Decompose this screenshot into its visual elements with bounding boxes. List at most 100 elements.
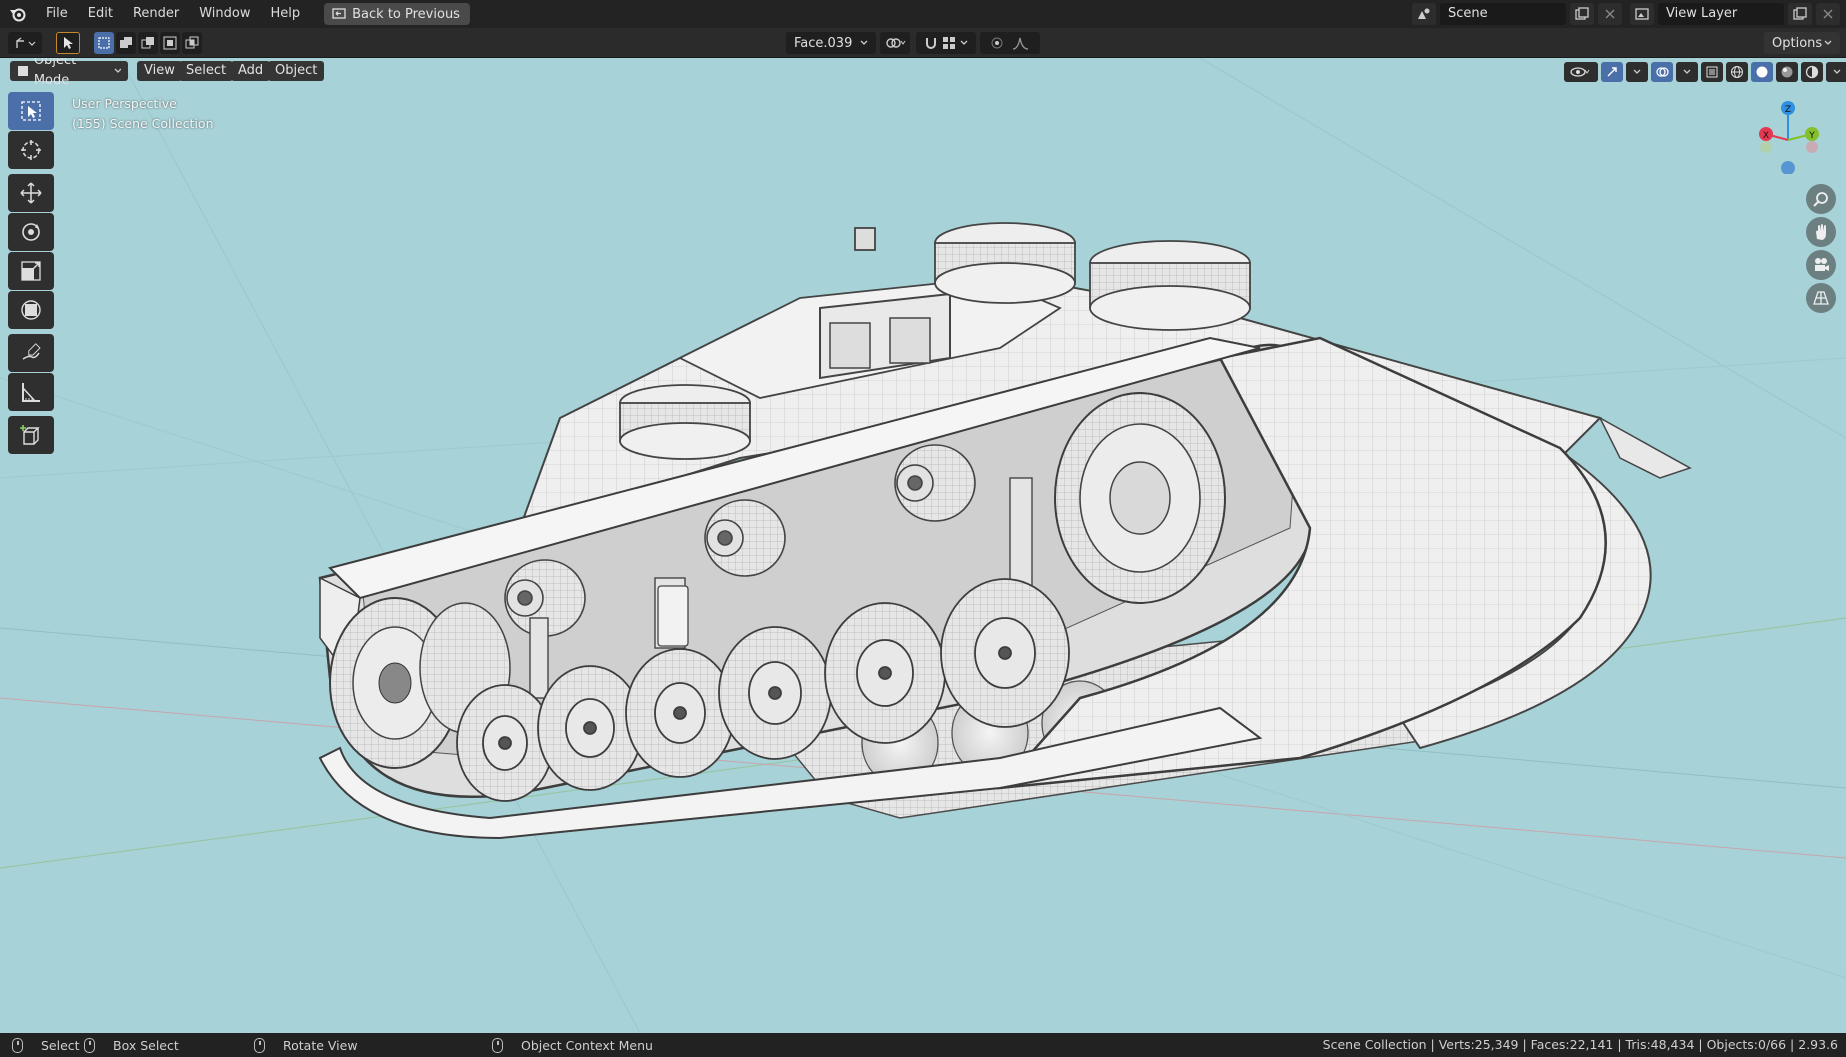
viewport-menu-object[interactable]: Object <box>268 61 325 81</box>
select-intersect-button[interactable] <box>182 32 202 54</box>
active-tool-button[interactable] <box>56 32 80 54</box>
camera-icon <box>1815 258 1829 271</box>
visibility-toggle[interactable] <box>1564 62 1598 82</box>
scene-icon <box>1418 8 1430 19</box>
gizmo-y-label: Y <box>1808 131 1815 141</box>
menu-edit[interactable]: Edit <box>78 0 123 28</box>
duplicate-icon <box>1575 7 1589 20</box>
menu-window[interactable]: Window <box>189 0 260 28</box>
duplicate-icon <box>1793 7 1807 20</box>
scene-name-field[interactable]: Scene <box>1440 3 1566 25</box>
select-invert-button[interactable] <box>160 32 180 54</box>
transform-pivot-button[interactable] <box>880 32 910 54</box>
proportional-editing-group[interactable] <box>980 32 1040 54</box>
tool-select-box[interactable] <box>8 92 54 130</box>
pan-button[interactable] <box>1806 217 1836 247</box>
shading-wireframe[interactable] <box>1726 62 1748 82</box>
menu-file[interactable]: File <box>36 0 78 28</box>
xray-icon <box>1706 66 1718 78</box>
navigation-gizmo[interactable]: Z X Y <box>1752 94 1824 175</box>
tool-shelf <box>8 92 56 455</box>
status-select-hint: Select <box>12 1033 80 1057</box>
overlays-icon <box>1656 67 1669 77</box>
back-screen-icon <box>332 8 346 19</box>
tank-model-render[interactable] <box>0 58 1846 1033</box>
scene-browse-button[interactable] <box>1412 3 1436 25</box>
material-sphere-icon <box>1781 66 1793 78</box>
gizmo-options[interactable] <box>1626 62 1648 82</box>
tool-cursor[interactable] <box>8 131 54 169</box>
hand-icon <box>1816 224 1826 240</box>
solid-sphere-icon <box>1756 66 1768 78</box>
zoom-button[interactable] <box>1806 184 1836 214</box>
falloff-curve-icon <box>1012 37 1029 50</box>
object-mode-icon <box>18 66 28 76</box>
shading-options[interactable] <box>1826 62 1846 82</box>
snapping-group[interactable] <box>916 32 976 54</box>
active-element-label: Face.039 <box>794 35 853 51</box>
camera-view-button[interactable] <box>1806 250 1836 280</box>
select-new-button[interactable] <box>94 32 114 54</box>
shading-material[interactable] <box>1776 62 1798 82</box>
tool-add-cube[interactable] <box>8 416 54 454</box>
view-layer-browse-button[interactable] <box>1630 3 1654 25</box>
menu-render[interactable]: Render <box>123 0 189 28</box>
gizmo-icon <box>1607 67 1617 77</box>
overlays-toggle[interactable] <box>1651 62 1673 82</box>
move-arrows-icon <box>20 182 42 204</box>
pencil-icon <box>22 343 41 360</box>
status-box-select-hint: Box Select <box>84 1033 179 1057</box>
status-context-hint: Object Context Menu <box>492 1033 653 1057</box>
tool-rotate[interactable] <box>8 213 54 251</box>
blender-logo-icon[interactable] <box>0 0 36 28</box>
scene-selector: Scene <box>1412 2 1622 26</box>
xray-toggle[interactable] <box>1701 62 1723 82</box>
select-extend-button[interactable] <box>116 32 136 54</box>
scene-statistics: Scene Collection | Verts:25,349 | Faces:… <box>1322 1037 1838 1052</box>
active-element-dropdown[interactable]: Face.039 <box>786 32 876 54</box>
view-layer-name-field[interactable]: View Layer <box>1658 3 1784 25</box>
gizmo-z-label: Z <box>1785 105 1791 115</box>
editor-type-icon <box>16 37 36 48</box>
magnet-icon <box>926 38 936 49</box>
new-view-layer-button[interactable] <box>1788 3 1812 25</box>
ruler-icon <box>22 383 40 402</box>
tool-move[interactable] <box>8 174 54 212</box>
close-icon <box>1605 9 1615 19</box>
menu-help[interactable]: Help <box>261 0 311 28</box>
back-to-previous-button[interactable]: Back to Previous <box>324 3 470 25</box>
select-subtract-button[interactable] <box>138 32 158 54</box>
viewport-menu-select[interactable]: Select <box>179 61 234 81</box>
add-cube-icon <box>20 425 40 445</box>
shading-solid[interactable] <box>1751 62 1773 82</box>
viewport-menu-view[interactable]: View <box>137 61 182 81</box>
right-mouse-icon <box>492 1037 503 1053</box>
ortho-toggle-button[interactable] <box>1806 283 1836 313</box>
options-label: Options <box>1772 35 1823 51</box>
chevron-down-icon <box>960 40 968 45</box>
3d-viewport[interactable]: Object Mode View Select Add Object User … <box>0 58 1846 1033</box>
shading-rendered[interactable] <box>1801 62 1823 82</box>
editor-type-button[interactable] <box>8 32 42 54</box>
delete-view-layer-button[interactable] <box>1816 3 1840 25</box>
select-new-icon <box>98 37 110 49</box>
chevron-down-icon <box>1633 69 1641 74</box>
viewport-shading-group <box>1564 62 1846 82</box>
wireframe-sphere-icon <box>1731 66 1743 78</box>
new-scene-button[interactable] <box>1570 3 1594 25</box>
interaction-mode-dropdown[interactable]: Object Mode <box>10 58 128 88</box>
options-dropdown[interactable]: Options <box>1764 32 1840 54</box>
overlays-options[interactable] <box>1676 62 1698 82</box>
scale-icon <box>21 261 41 281</box>
gizmo-toggle[interactable] <box>1601 62 1623 82</box>
tool-measure[interactable] <box>8 373 54 411</box>
drag-mouse-icon <box>84 1037 95 1053</box>
tool-scale[interactable] <box>8 252 54 290</box>
status-rotate-label: Rotate View <box>283 1037 358 1053</box>
tool-annotate[interactable] <box>8 334 54 372</box>
viewport-menu-add[interactable]: Add <box>231 61 271 81</box>
tool-transform[interactable] <box>8 291 54 329</box>
delete-scene-button[interactable] <box>1598 3 1622 25</box>
status-rotate-hint: Rotate View <box>254 1033 358 1057</box>
chevron-down-icon <box>1824 40 1832 45</box>
